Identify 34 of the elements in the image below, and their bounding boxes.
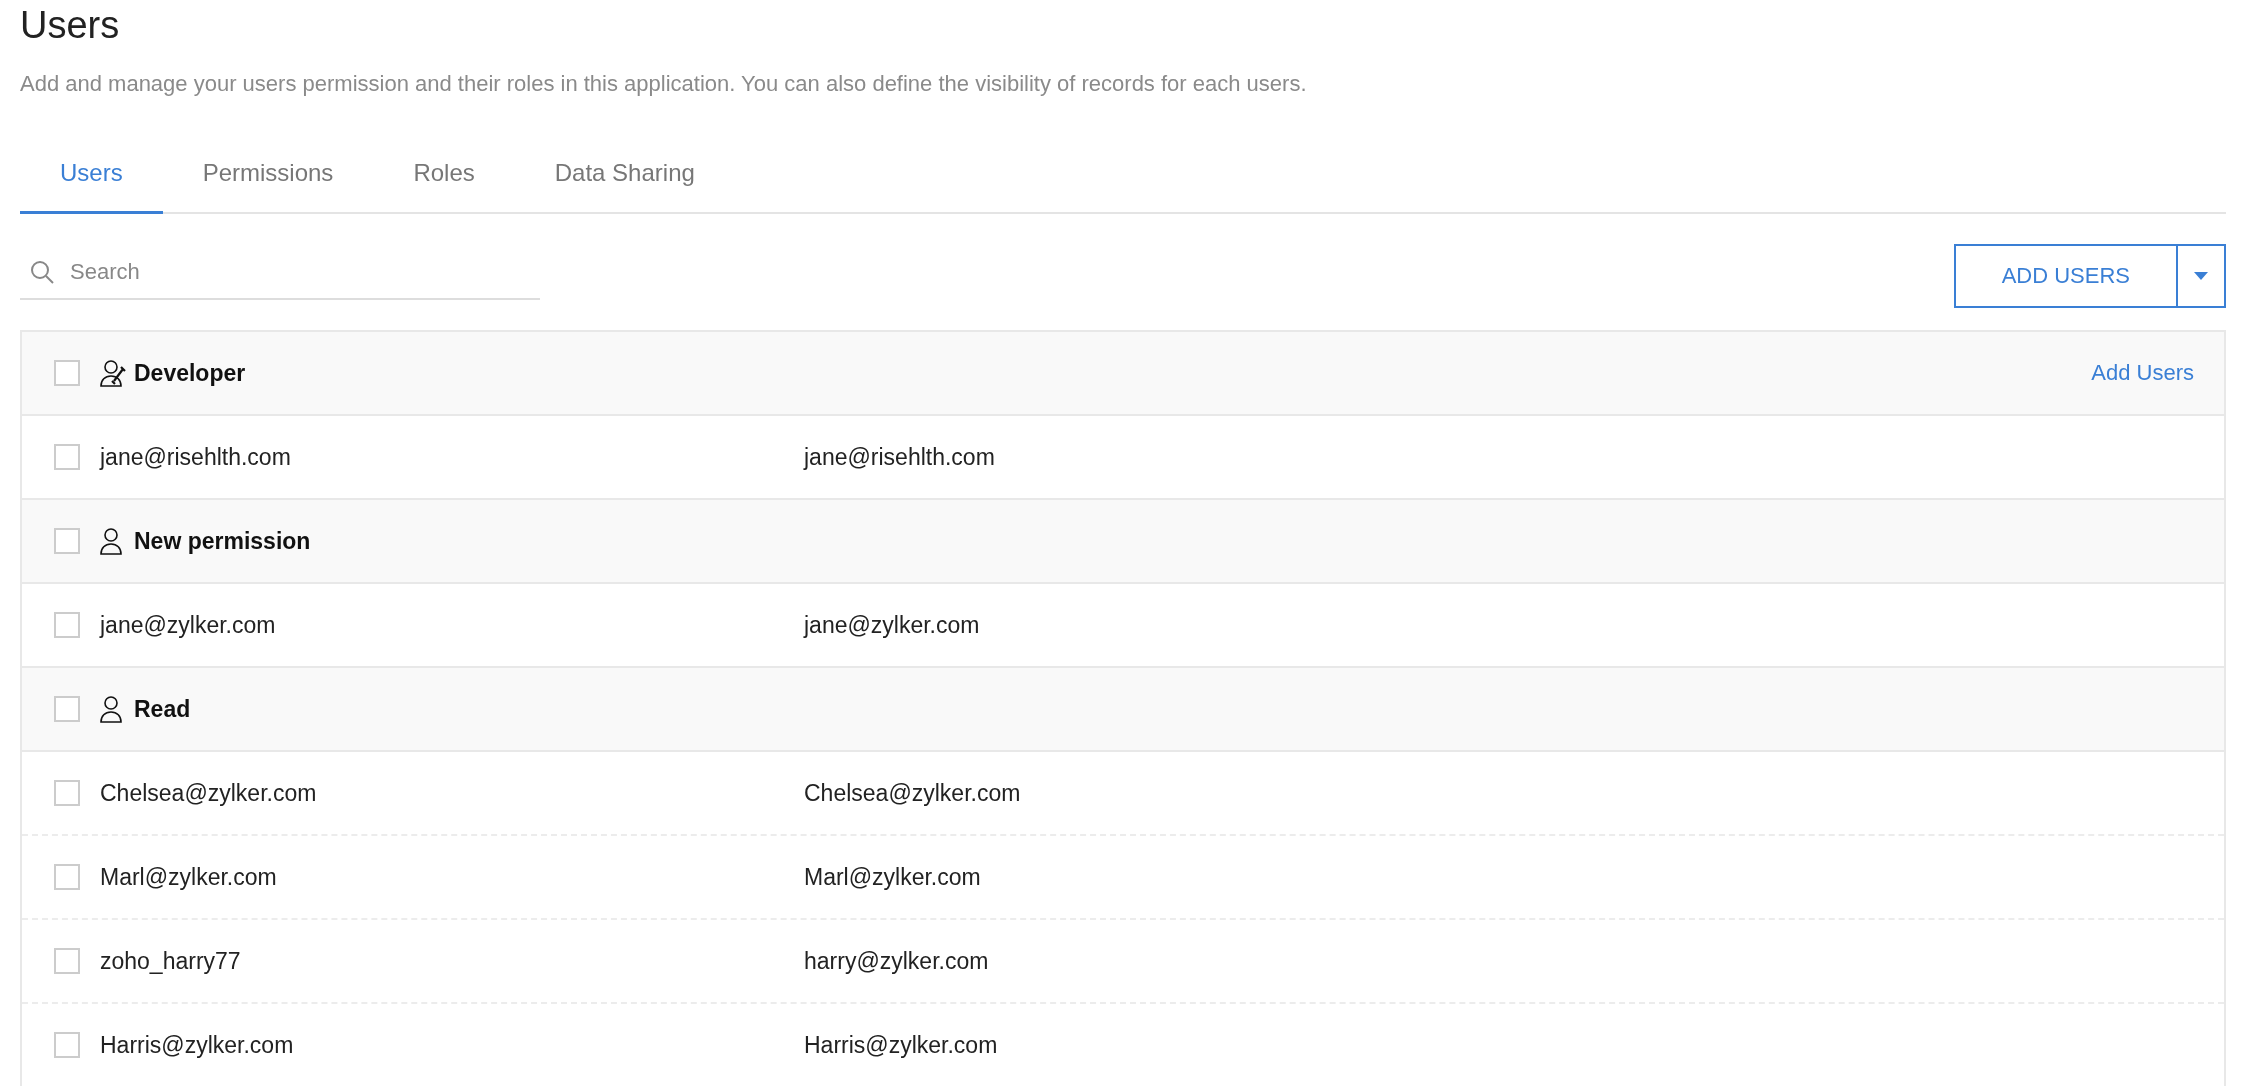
table-cell-text: Marl@zylker.com: [100, 863, 278, 891]
tab[interactable]: Permissions: [162, 141, 374, 214]
checkbox[interactable]: [54, 780, 80, 806]
checkbox[interactable]: [54, 612, 80, 638]
table-cell: Marl@zylker.com: [804, 863, 981, 891]
group-name: Developer: [134, 359, 246, 387]
table-cell-text: jane@zylker.com: [100, 611, 277, 639]
table-cell-text: Harris@zylker.com: [100, 1031, 295, 1059]
search-icon: [30, 260, 54, 284]
table-cell: jane@risehlth.com: [804, 443, 995, 471]
user-wrench-icon: [100, 359, 126, 387]
table-cell: harry@zylker.com: [804, 947, 989, 975]
table-cell: jane@zylker.com: [804, 611, 980, 639]
add-users-link[interactable]: Add Users: [2091, 360, 2194, 386]
tab[interactable]: Users: [20, 141, 163, 214]
page-description: Add and manage your users permission and their roles in this application. You can also define the visibility of records for each users.: [20, 71, 1308, 97]
table-cell: Harris@zylker.com: [804, 1031, 998, 1059]
page-title: Users: [20, 4, 121, 47]
table-cell-text: Chelsea@zylker.com: [100, 779, 318, 807]
group-name: New permission: [134, 527, 311, 555]
tab[interactable]: Data Sharing: [514, 141, 735, 214]
table-cell-text: zoho_harry77: [100, 947, 242, 975]
group-name: Read: [134, 695, 191, 723]
caret-icon: [2194, 272, 2208, 280]
checkbox[interactable]: [54, 528, 80, 554]
checkbox[interactable]: [54, 360, 80, 386]
checkbox[interactable]: [54, 696, 80, 722]
table-cell: Chelsea@zylker.com: [804, 779, 1021, 807]
checkbox[interactable]: [54, 948, 80, 974]
checkbox[interactable]: [54, 444, 80, 470]
checkbox[interactable]: [54, 1032, 80, 1058]
tab[interactable]: Roles: [373, 141, 515, 214]
table-cell-text: jane@risehlth.com: [100, 443, 292, 471]
checkbox[interactable]: [54, 864, 80, 890]
